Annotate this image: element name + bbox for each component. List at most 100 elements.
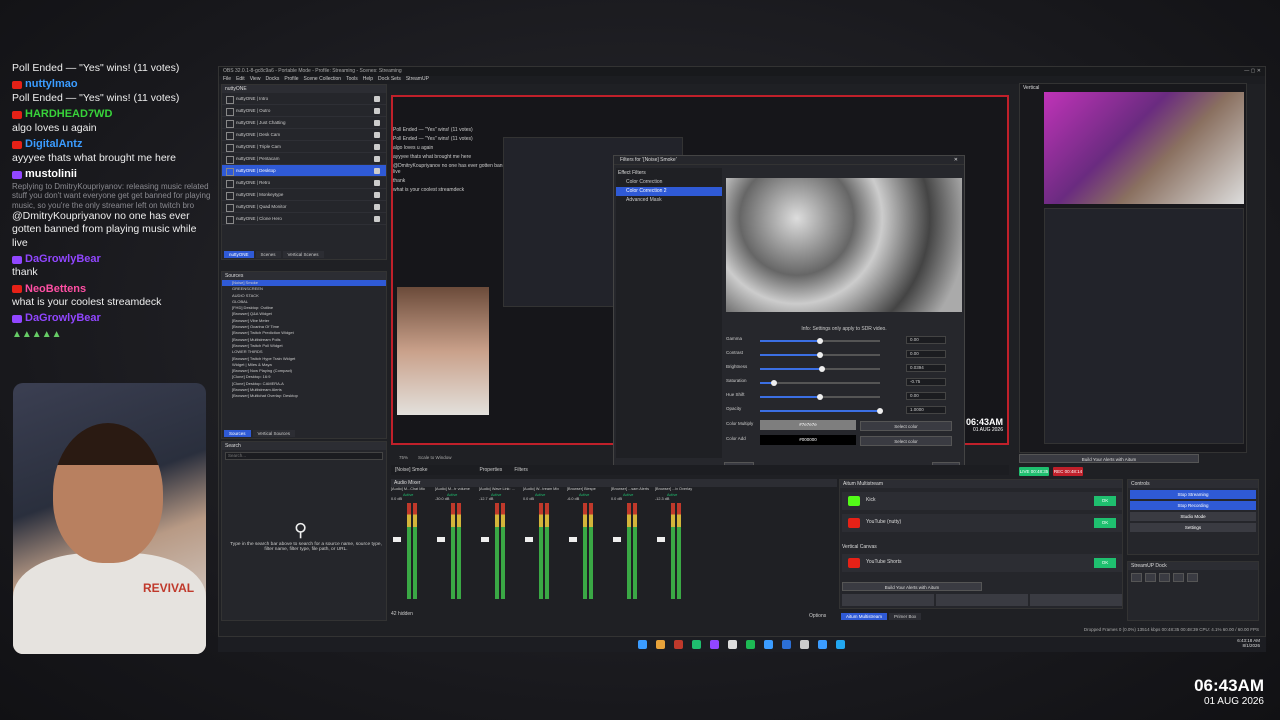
scene-item[interactable]: nuttyONE | Just Chatting bbox=[222, 117, 386, 129]
select-color-button[interactable]: Select color bbox=[860, 421, 952, 431]
volume-fader[interactable] bbox=[657, 537, 665, 542]
search-input[interactable]: Search... bbox=[225, 452, 383, 460]
taskbar-app-icon[interactable] bbox=[836, 640, 845, 649]
select-color-add-button[interactable]: Select color bbox=[860, 436, 952, 446]
taskbar-app-icon[interactable] bbox=[692, 640, 701, 649]
filter-item[interactable]: Advanced Mask bbox=[616, 196, 722, 205]
zoom-level[interactable]: 75% bbox=[399, 455, 408, 460]
taskbar-app-icon[interactable] bbox=[656, 640, 665, 649]
vertical-alerts-button[interactable]: Build Your Alerts with Aitum bbox=[1019, 454, 1199, 463]
source-item[interactable]: [Browser] Multichat Overlay: Desktop bbox=[222, 393, 386, 399]
multistream-ok-button[interactable]: OK bbox=[1094, 496, 1116, 506]
streamup-copy-icon[interactable] bbox=[1145, 573, 1156, 582]
streamup-lock-icon[interactable] bbox=[1131, 573, 1142, 582]
slider-knob[interactable] bbox=[817, 338, 823, 344]
control-button[interactable]: Stop Streaming bbox=[1130, 490, 1256, 499]
zoom-mode[interactable]: Scale to Window bbox=[418, 455, 452, 460]
taskbar-app-icon[interactable] bbox=[746, 640, 755, 649]
slider-knob[interactable] bbox=[771, 380, 778, 386]
scene-item[interactable]: nuttyONE | Intro bbox=[222, 93, 386, 105]
slider-value-input[interactable]: -0.75 bbox=[906, 378, 946, 386]
source-tab[interactable]: Sources bbox=[224, 430, 251, 437]
gear-icon[interactable] bbox=[842, 594, 934, 606]
control-button[interactable]: Studio Mode bbox=[1130, 512, 1256, 521]
scene-item[interactable]: nuttyONE | Desktop bbox=[222, 165, 386, 177]
properties-button[interactable]: Properties bbox=[480, 467, 503, 473]
scene-item[interactable]: nuttyONE | Monkeytype bbox=[222, 189, 386, 201]
scene-item[interactable]: nuttyONE | Clone Hero bbox=[222, 213, 386, 225]
menu-item[interactable]: Profile bbox=[284, 76, 298, 84]
volume-fader[interactable] bbox=[437, 537, 445, 542]
taskbar-app-icon[interactable] bbox=[728, 640, 737, 649]
broadcast-icon[interactable] bbox=[1030, 594, 1122, 606]
slider-knob[interactable] bbox=[877, 408, 883, 414]
multistream-ok-button[interactable]: OK bbox=[1094, 518, 1116, 528]
menu-item[interactable]: Tools bbox=[346, 76, 358, 84]
taskbar-app-icon[interactable] bbox=[764, 640, 773, 649]
slider-value-input[interactable]: 0.00 bbox=[906, 350, 946, 358]
slider-knob[interactable] bbox=[819, 366, 826, 372]
volume-fader[interactable] bbox=[569, 537, 577, 542]
taskbar-app-icon[interactable] bbox=[674, 640, 683, 649]
control-button[interactable]: Settings bbox=[1130, 523, 1256, 532]
menu-item[interactable]: Edit bbox=[236, 76, 245, 84]
slider-track[interactable] bbox=[760, 352, 880, 358]
menu-item[interactable]: StreamUP bbox=[406, 76, 429, 84]
slider-value-input[interactable]: 1.0000 bbox=[906, 406, 946, 414]
scene-tab[interactable]: Scenes bbox=[255, 251, 281, 258]
taskbar-app-icon[interactable] bbox=[800, 640, 809, 649]
multistream-tab[interactable]: Primer Box bbox=[889, 613, 922, 620]
scene-item[interactable]: nuttyONE | Desk Cam bbox=[222, 129, 386, 141]
scene-item[interactable]: nuttyONE | Triple Cam bbox=[222, 141, 386, 153]
multistream-ok-button[interactable]: OK bbox=[1094, 558, 1116, 568]
scene-tab[interactable]: nuttyONE bbox=[224, 251, 254, 258]
menu-item[interactable]: Scene Collection bbox=[304, 76, 342, 84]
slider-knob[interactable] bbox=[817, 352, 823, 358]
ms-alerts-button[interactable]: Build Your Alerts with Aitum bbox=[842, 582, 982, 591]
slider-track[interactable] bbox=[760, 394, 880, 400]
record-dot-icon[interactable] bbox=[936, 594, 1028, 606]
filter-item[interactable]: Color Correction 2 bbox=[616, 187, 722, 196]
menu-item[interactable]: Docks bbox=[265, 76, 279, 84]
scene-item[interactable]: nuttyONE | Pentacam bbox=[222, 153, 386, 165]
menu-item[interactable]: File bbox=[223, 76, 231, 84]
menu-item[interactable]: Help bbox=[363, 76, 373, 84]
slider-track[interactable] bbox=[760, 366, 880, 372]
volume-fader[interactable] bbox=[481, 537, 489, 542]
taskbar-app-icon[interactable] bbox=[638, 640, 647, 649]
source-tab[interactable]: Vertical Sources bbox=[252, 430, 296, 437]
menu-item[interactable]: Dock Sets bbox=[378, 76, 401, 84]
streamup-camera-icon[interactable] bbox=[1187, 573, 1198, 582]
volume-fader[interactable] bbox=[393, 537, 401, 542]
taskbar-app-icon[interactable] bbox=[818, 640, 827, 649]
streamup-refresh-icon[interactable] bbox=[1173, 573, 1184, 582]
streamup-paste-icon[interactable] bbox=[1159, 573, 1170, 582]
volume-fader[interactable] bbox=[613, 537, 621, 542]
slider-value-input[interactable]: 0.0394 bbox=[906, 364, 946, 372]
slider-knob[interactable] bbox=[817, 394, 823, 400]
mixer-hidden-count[interactable]: 42 hidden bbox=[391, 611, 413, 617]
slider-track[interactable] bbox=[760, 380, 880, 386]
menu-item[interactable]: View bbox=[250, 76, 261, 84]
volume-fader[interactable] bbox=[525, 537, 533, 542]
control-button[interactable]: Stop Recording bbox=[1130, 501, 1256, 510]
scene-item[interactable]: nuttyONE | Quad Monitor bbox=[222, 201, 386, 213]
slider-track[interactable] bbox=[760, 408, 883, 414]
volume-meter bbox=[501, 503, 505, 599]
filters-close-icon[interactable]: ✕ bbox=[954, 157, 958, 163]
taskbar-app-icon[interactable] bbox=[710, 640, 719, 649]
scene-tab[interactable]: Vertical Scenes bbox=[282, 251, 324, 258]
multistream-tab[interactable]: Aitum Multistream bbox=[841, 613, 888, 620]
webcam-shirt bbox=[13, 553, 206, 654]
scene-item[interactable]: nuttyONE | Retro bbox=[222, 177, 386, 189]
scene-item[interactable]: nuttyONE | Outro bbox=[222, 105, 386, 117]
slider-value-input[interactable]: 0.00 bbox=[906, 392, 946, 400]
window-controls-icon[interactable]: — ▢ ✕ bbox=[1244, 68, 1261, 75]
options-menu[interactable]: Options bbox=[809, 613, 826, 619]
taskbar-app-icon[interactable] bbox=[782, 640, 791, 649]
vertical-canvas[interactable]: Vertical bbox=[1019, 83, 1247, 453]
filters-button[interactable]: Filters bbox=[514, 467, 528, 473]
filter-item[interactable]: Color Correction bbox=[616, 178, 722, 187]
slider-track[interactable] bbox=[760, 338, 880, 344]
slider-value-input[interactable]: 0.00 bbox=[906, 336, 946, 344]
